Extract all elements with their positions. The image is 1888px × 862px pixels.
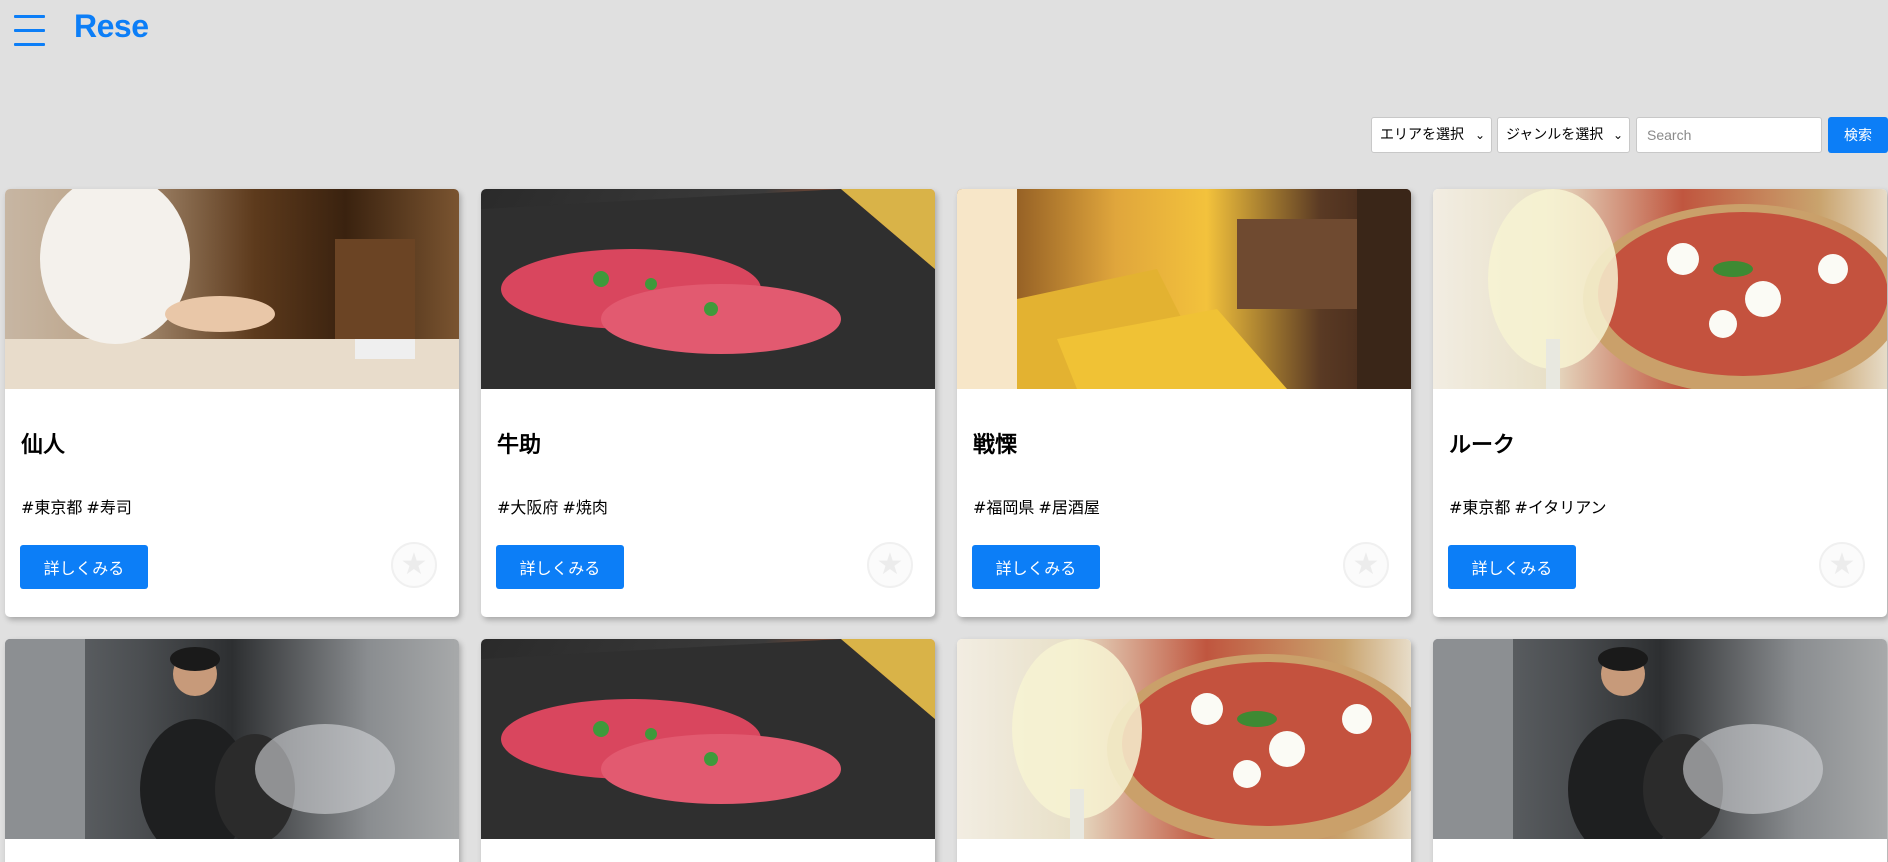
hamburger-menu-icon[interactable]	[14, 15, 45, 46]
wagyu-beef-image	[481, 639, 935, 839]
genre-tag: #イタリアン	[1514, 498, 1607, 517]
favorite-star-icon[interactable]: ★	[867, 542, 913, 588]
shop-card: 仙人 #東京都 #寿司 詳しくみる ★	[5, 189, 459, 617]
shop-image	[957, 639, 1411, 839]
shop-name: ルーク	[1449, 433, 1516, 458]
shop-image	[957, 189, 1411, 389]
shop-image	[481, 189, 935, 389]
shop-card	[957, 639, 1411, 862]
shop-card: 牛助 #大阪府 #焼肉 詳しくみる ★	[481, 189, 935, 617]
area-tag: #大阪府	[497, 498, 559, 517]
favorite-star-icon[interactable]: ★	[1819, 542, 1865, 588]
detail-button[interactable]: 詳しくみる	[1448, 545, 1576, 589]
detail-button[interactable]: 詳しくみる	[496, 545, 624, 589]
search-button[interactable]: 検索	[1828, 117, 1888, 153]
shop-tags: #福岡県 #居酒屋	[973, 494, 1104, 518]
genre-tag: #居酒屋	[1038, 498, 1100, 517]
shop-tags: #東京都 #イタリアン	[1449, 494, 1611, 518]
search-input[interactable]	[1636, 117, 1822, 153]
shop-image	[1433, 639, 1887, 839]
kitchen-chef-image	[1433, 639, 1823, 839]
shop-tags: #東京都 #寿司	[21, 494, 136, 518]
area-tag: #福岡県	[973, 498, 1035, 517]
genre-select[interactable]: ジャンルを選択 ⌄	[1497, 117, 1630, 153]
detail-button[interactable]: 詳しくみる	[20, 545, 148, 589]
detail-button[interactable]: 詳しくみる	[972, 545, 1100, 589]
genre-tag: #寿司	[86, 498, 132, 517]
genre-tag: #焼肉	[562, 498, 608, 517]
wagyu-beef-image	[481, 189, 935, 389]
sushi-chef-image	[5, 189, 459, 389]
shop-tags: #大阪府 #焼肉	[497, 494, 612, 518]
shop-name: 戦慄	[973, 433, 1018, 458]
header: Rese	[0, 0, 1888, 60]
shop-card	[5, 639, 459, 862]
chevron-down-icon: ⌄	[1612, 128, 1623, 142]
favorite-star-icon[interactable]: ★	[391, 542, 437, 588]
area-select[interactable]: エリアを選択 ⌄	[1371, 117, 1492, 153]
shop-image	[5, 189, 459, 389]
shop-image	[481, 639, 935, 839]
shop-image	[1433, 189, 1887, 389]
area-tag: #東京都	[1449, 498, 1511, 517]
area-tag: #東京都	[21, 498, 83, 517]
kitchen-chef-image	[5, 639, 395, 839]
shop-card	[481, 639, 935, 862]
chevron-down-icon: ⌄	[1474, 128, 1485, 142]
pizza-wine-image	[1488, 189, 1887, 389]
logo: Rese	[74, 8, 149, 44]
shop-card: ルーク #東京都 #イタリアン 詳しくみる ★	[1433, 189, 1887, 617]
shop-card	[1433, 639, 1887, 862]
shop-image	[5, 639, 459, 839]
shop-name: 牛助	[497, 433, 542, 458]
favorite-star-icon[interactable]: ★	[1343, 542, 1389, 588]
izakaya-interior-image	[957, 189, 1411, 389]
pizza-wine-image	[1012, 639, 1411, 839]
shop-card: 戦慄 #福岡県 #居酒屋 詳しくみる ★	[957, 189, 1411, 617]
shop-name: 仙人	[21, 433, 66, 458]
